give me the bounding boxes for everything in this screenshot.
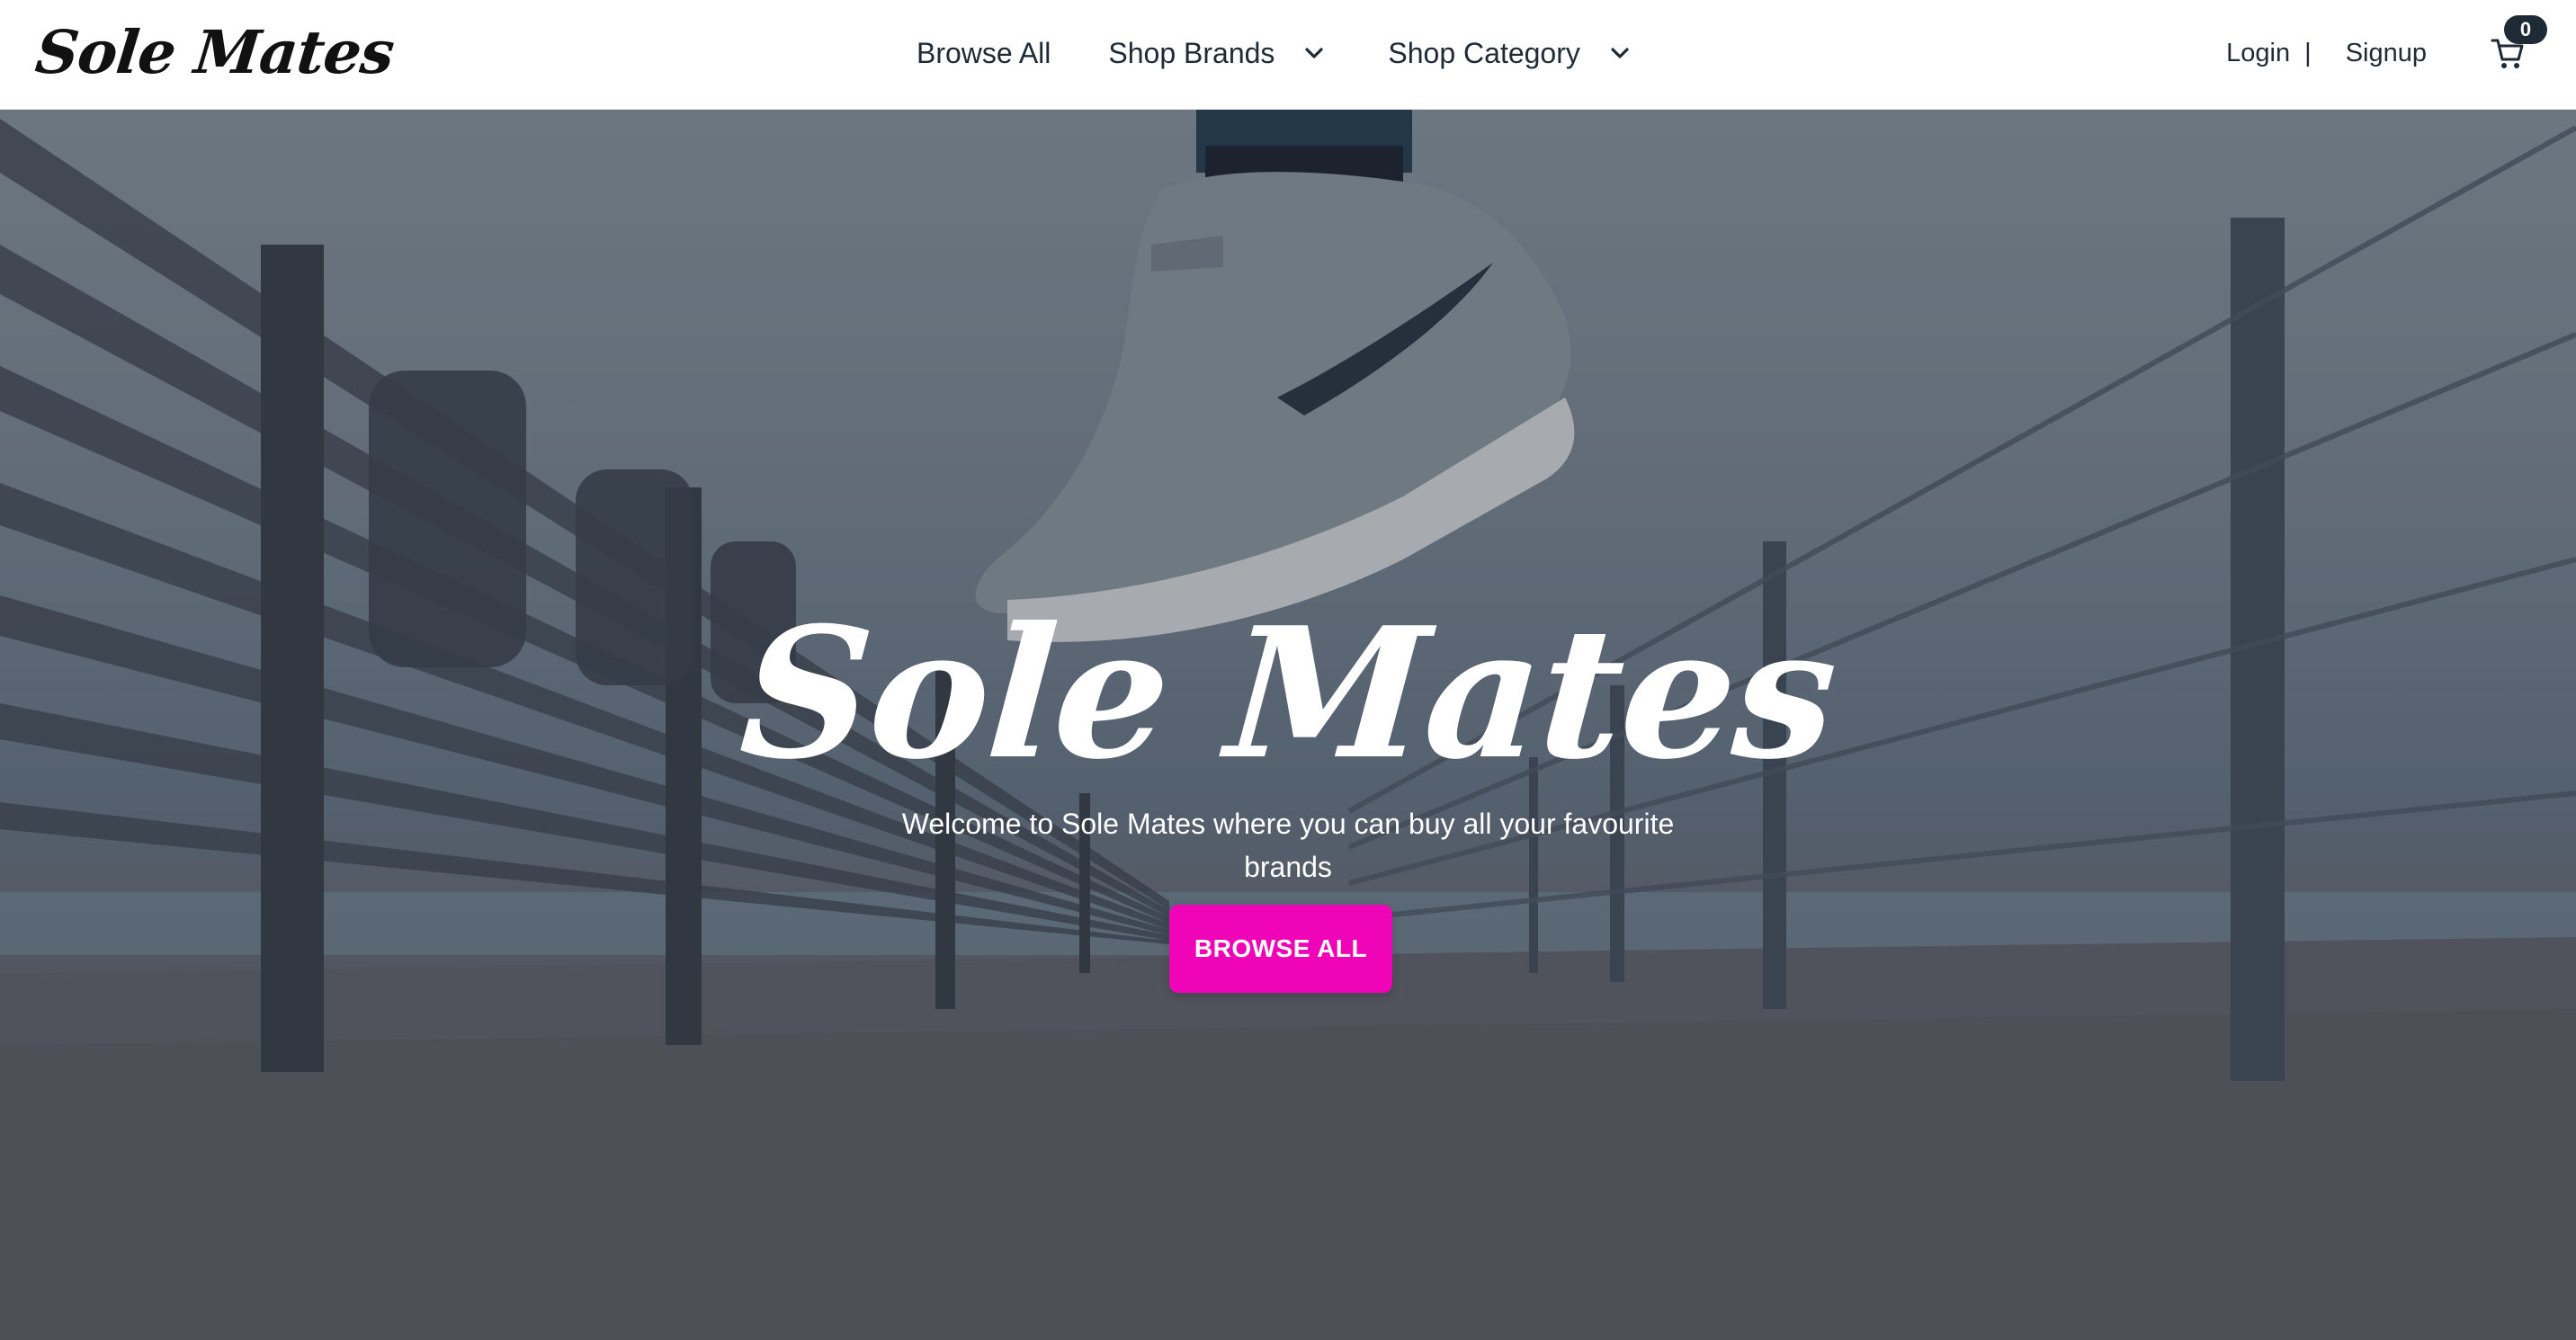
hero-subtitle: Welcome to Sole Mates where you can buy … — [901, 808, 1675, 883]
shop-brands-label: Shop Brands — [1108, 37, 1275, 69]
shop-category-label: Shop Category — [1388, 37, 1580, 69]
signup-link[interactable]: Signup — [2346, 39, 2427, 68]
shop-brands-dropdown[interactable]: Shop Brands — [1108, 0, 1327, 106]
shop-category-dropdown[interactable]: Shop Category — [1388, 0, 1632, 106]
account-nav: Login | Signup 0 — [2226, 0, 2547, 106]
browse-all-button[interactable]: BROWSE ALL — [1169, 905, 1392, 993]
hero-title: Sole Mates — [734, 588, 1842, 800]
cart-count-badge: 0 — [2504, 15, 2547, 44]
top-navbar: Sole Mates Browse All Shop Brands Shop C… — [0, 0, 2576, 110]
chevron-down-icon — [1607, 40, 1632, 66]
main-nav: Browse All Shop Brands Shop Category — [917, 0, 1632, 106]
hero-section: Sole Mates Welcome to Sole Mates where y… — [0, 110, 2576, 1340]
brand-logo[interactable]: Sole Mates — [31, 11, 398, 94]
cart-button[interactable]: 0 — [2490, 15, 2547, 71]
login-link[interactable]: Login — [2226, 39, 2290, 68]
chevron-down-icon — [1301, 40, 1327, 66]
nav-browse-all-link[interactable]: Browse All — [917, 0, 1051, 106]
auth-separator: | — [2304, 38, 2312, 67]
